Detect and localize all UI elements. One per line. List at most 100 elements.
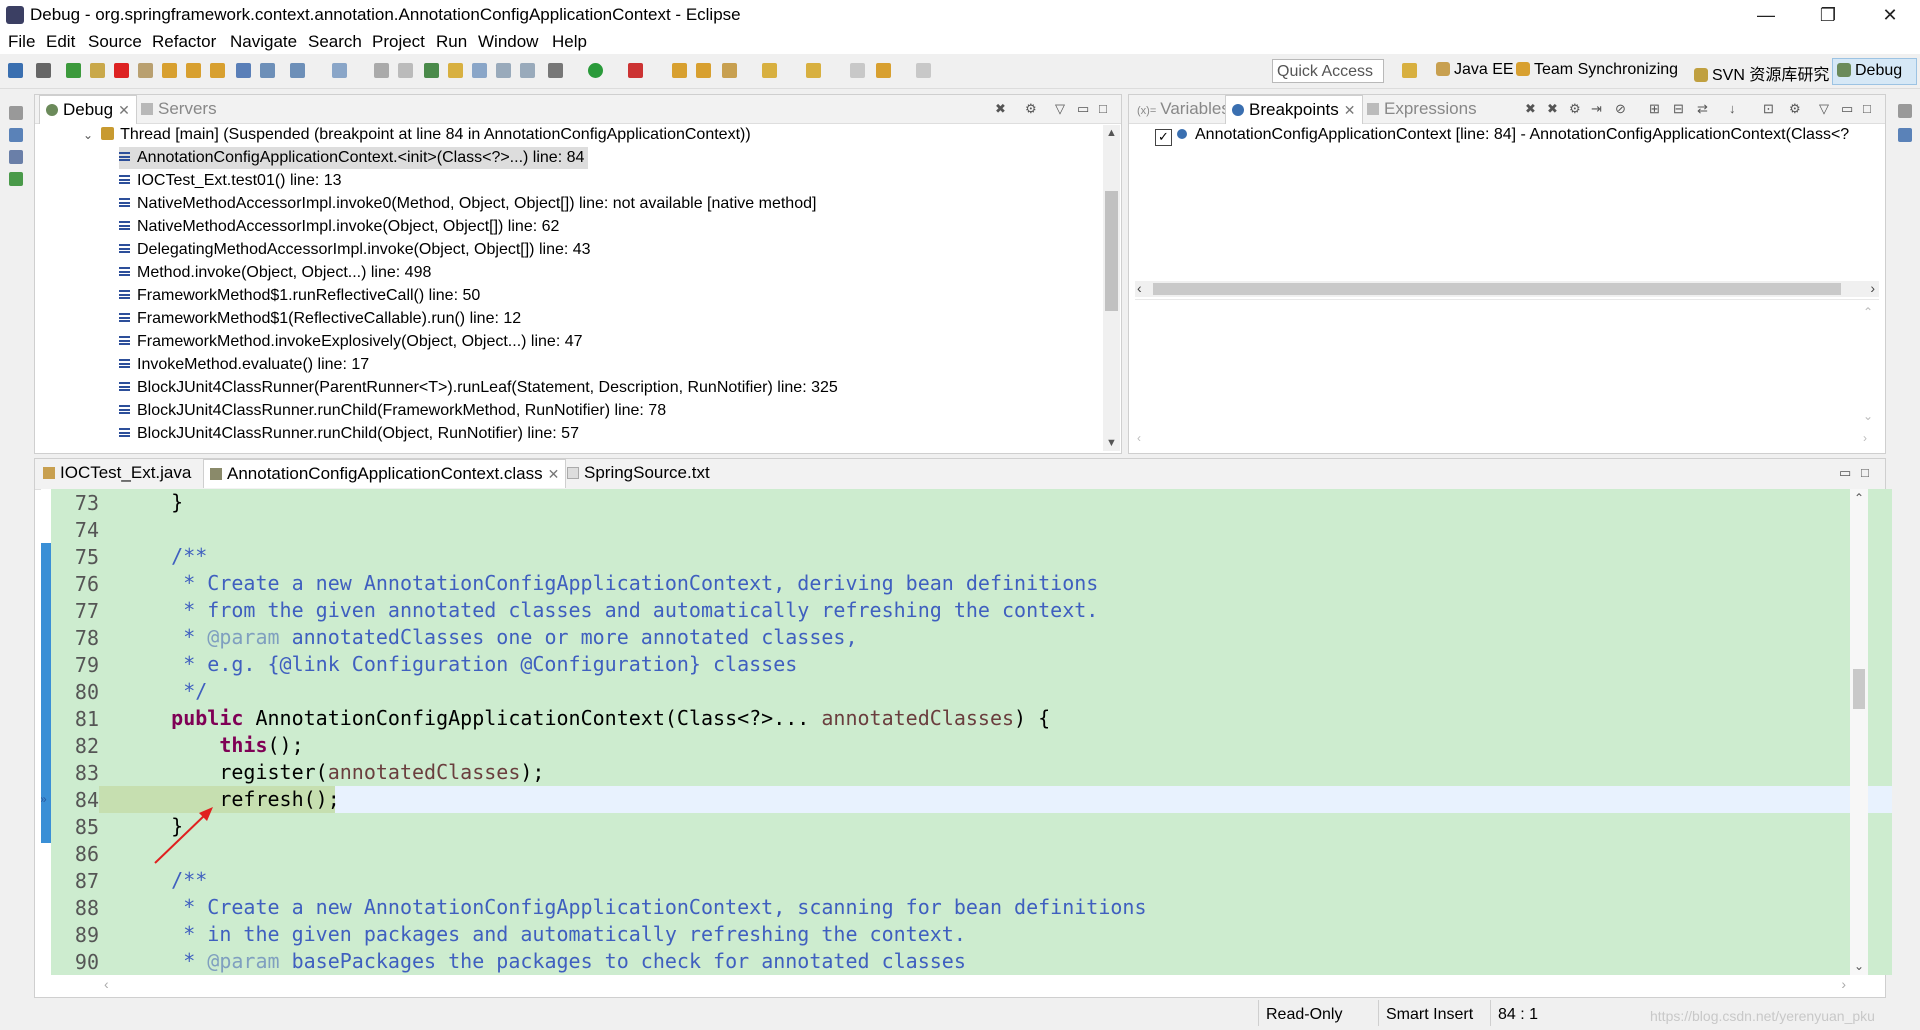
stack-frame-row[interactable]: BlockJUnit4ClassRunner.runChild(Framewor… <box>119 400 666 422</box>
tab-annotationconfigapplicationcontext[interactable]: AnnotationConfigApplicationContext.class… <box>203 459 567 488</box>
show-whitespace-icon[interactable] <box>520 63 535 78</box>
stack-frame-row[interactable]: InvokeMethod.evaluate() line: 17 <box>119 354 369 376</box>
highlight-icon[interactable] <box>448 63 463 78</box>
step-return-icon[interactable] <box>210 63 225 78</box>
stack-frame-row[interactable]: DelegatingMethodAccessorImpl.invoke(Obje… <box>119 239 591 261</box>
menu-help[interactable]: Help <box>552 32 587 52</box>
drop-to-frame-icon[interactable] <box>236 63 251 78</box>
link-with-debug-icon[interactable]: ⇄ <box>1697 101 1708 117</box>
print-icon[interactable] <box>374 63 389 78</box>
close-icon[interactable]: ✕ <box>118 102 130 118</box>
tab-variables[interactable]: (x)= Variables <box>1131 95 1236 123</box>
search-icon[interactable] <box>424 63 439 78</box>
minimize-icon[interactable]: ▭ <box>1841 101 1853 117</box>
chevron-left-icon[interactable]: ‹ <box>1137 280 1142 296</box>
debug-vertical-scrollbar[interactable]: ▲ ▼ <box>1103 125 1120 451</box>
close-icon[interactable]: ✕ <box>548 466 560 482</box>
quick-access-input[interactable]: Quick Access <box>1272 59 1384 83</box>
menu-file[interactable]: File <box>8 32 35 52</box>
toggle-block-icon[interactable] <box>496 63 511 78</box>
stack-frame-row[interactable]: NativeMethodAccessorImpl.invoke(Object, … <box>119 216 559 238</box>
thread-row[interactable]: ⌄ Thread [main] (Suspended (breakpoint at… <box>83 124 751 146</box>
perspective-java-ee[interactable]: Java EE <box>1436 61 1514 79</box>
restore-icon[interactable] <box>9 106 23 120</box>
maximize-icon[interactable]: □ <box>1099 101 1107 116</box>
remove-breakpoint-icon[interactable]: ✖ <box>1525 101 1536 117</box>
show-supported-icon[interactable]: ⚙ <box>1569 101 1581 117</box>
tab-iocctest-ext[interactable]: IOCTest_Ext.java <box>37 459 197 487</box>
tab-breakpoints[interactable]: Breakpoints ✕ <box>1225 95 1363 124</box>
save-icon[interactable] <box>8 63 23 78</box>
close-button[interactable]: ✕ <box>1860 2 1920 28</box>
chevron-down-icon[interactable]: ⌄ <box>83 128 93 142</box>
new-icon[interactable] <box>290 63 305 78</box>
minimize-icon[interactable]: ▭ <box>1077 101 1089 117</box>
menu-source[interactable]: Source <box>88 32 142 52</box>
view-menu-icon[interactable]: ⚙ <box>1789 101 1801 117</box>
breakpoint-row[interactable]: ✓ AnnotationConfigApplicationContext [lin… <box>1155 124 1849 146</box>
chevron-right-icon[interactable]: › <box>1841 976 1846 992</box>
stack-frame-row[interactable]: AnnotationConfigApplicationContext.<init… <box>119 147 589 169</box>
chevron-left-icon[interactable]: ‹ <box>104 976 109 992</box>
next-annotation-icon[interactable] <box>762 63 777 78</box>
stack-frame-row[interactable]: FrameworkMethod$1(ReflectiveCallable).ru… <box>119 308 521 330</box>
collapse-all-icon[interactable]: ⊟ <box>1673 101 1684 117</box>
chevron-up-icon[interactable]: ▲ <box>1106 127 1117 139</box>
import-breakpoints-icon[interactable]: ↓ <box>1729 101 1736 116</box>
go-to-file-icon[interactable]: ⇥ <box>1591 101 1602 117</box>
open-folder-icon[interactable] <box>672 63 687 78</box>
perspective-svn[interactable]: SVN 资源库研究 <box>1694 61 1829 85</box>
chevron-right-icon[interactable]: › <box>1863 431 1867 445</box>
menu-project[interactable]: Project <box>372 32 425 52</box>
maximize-icon[interactable]: □ <box>1861 465 1869 480</box>
menu-window[interactable]: Window <box>478 32 538 52</box>
restore-icon[interactable] <box>1898 104 1912 118</box>
stack-frame-row[interactable]: Method.invoke(Object, Object...) line: 4… <box>119 262 431 284</box>
minimize-icon[interactable]: ▭ <box>1839 465 1851 481</box>
chevron-left-icon[interactable]: ‹ <box>1137 431 1141 445</box>
view-menu-icon[interactable]: ⚙ <box>1025 101 1037 117</box>
menu-run[interactable]: Run <box>436 32 467 52</box>
menu-edit[interactable]: Edit <box>46 32 75 52</box>
close-icon[interactable]: ✕ <box>1344 102 1356 118</box>
skip-breakpoints-icon[interactable] <box>36 63 51 78</box>
use-step-filters-icon[interactable] <box>260 63 275 78</box>
chevron-down-icon[interactable]: ▽ <box>1055 101 1065 117</box>
remove-all-breakpoints-icon[interactable]: ✖ <box>1547 101 1558 117</box>
remove-terminated-icon[interactable]: ✖ <box>995 101 1006 117</box>
tab-servers[interactable]: Servers <box>135 95 223 123</box>
suspend-icon[interactable] <box>90 63 105 78</box>
breakpoints-horizontal-scrollbar[interactable]: ‹ › <box>1135 280 1879 297</box>
minimize-button[interactable]: — <box>1736 2 1796 28</box>
terminate-icon[interactable] <box>114 63 129 78</box>
chevron-down-icon[interactable]: ▼ <box>1106 437 1117 449</box>
copy-icon[interactable] <box>398 63 413 78</box>
chevron-up-icon[interactable]: ⌃ <box>1863 305 1873 319</box>
restore-button[interactable]: ❐ <box>1798 2 1858 28</box>
forward-icon[interactable] <box>916 63 931 78</box>
open-file-icon[interactable] <box>696 63 711 78</box>
stack-frame-row[interactable]: FrameworkMethod$1.runReflectiveCall() li… <box>119 285 480 307</box>
tab-expressions[interactable]: Expressions <box>1361 95 1483 123</box>
chevron-down-icon[interactable]: ▽ <box>1819 101 1829 117</box>
maximize-icon[interactable]: □ <box>1863 101 1871 116</box>
expand-all-icon[interactable]: ⊞ <box>1649 101 1660 117</box>
console-icon[interactable] <box>9 128 23 142</box>
mark-icon[interactable] <box>472 63 487 78</box>
external-tools-icon[interactable] <box>628 63 643 78</box>
chevron-right-icon[interactable]: › <box>1870 280 1875 296</box>
menu-search[interactable]: Search <box>308 32 362 52</box>
run-icon[interactable] <box>588 63 603 78</box>
step-into-icon[interactable] <box>162 63 177 78</box>
chevron-down-icon[interactable]: ⌄ <box>1854 959 1864 973</box>
outline-icon[interactable] <box>9 150 23 164</box>
scrollbar-thumb[interactable] <box>1153 283 1841 295</box>
edit-icon[interactable] <box>722 63 737 78</box>
perspective-debug[interactable]: Debug <box>1832 58 1917 85</box>
package-explorer-icon[interactable] <box>9 172 23 186</box>
chevron-down-icon[interactable]: ⌄ <box>1863 409 1873 423</box>
editor-vertical-scrollbar[interactable]: ⌃ ⌄ <box>1850 489 1868 975</box>
tab-debug[interactable]: Debug ✕ <box>39 95 137 124</box>
outline-icon[interactable] <box>1898 128 1912 142</box>
last-edit-icon[interactable] <box>850 63 865 78</box>
